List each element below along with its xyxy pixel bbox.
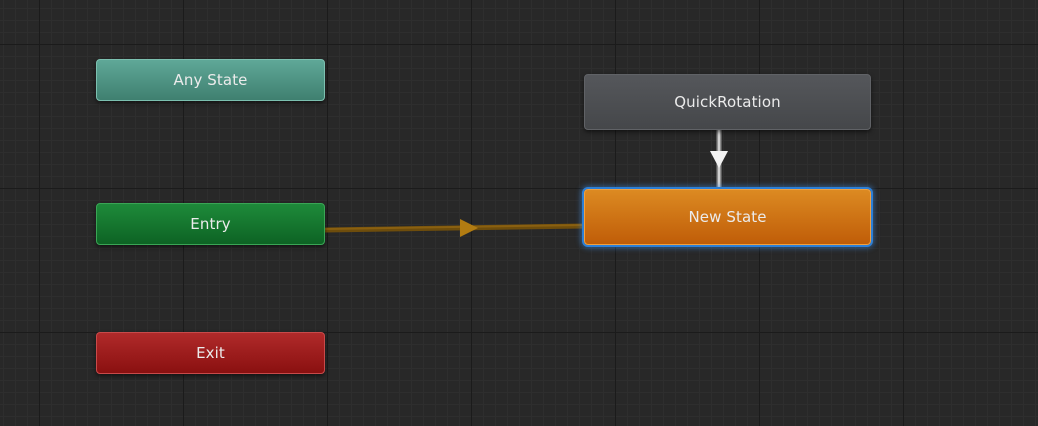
any-state-label: Any State	[173, 71, 248, 89]
triangle-down-icon	[710, 151, 728, 168]
new-state-node[interactable]: New State	[584, 189, 871, 245]
entry-label: Entry	[190, 215, 231, 233]
any-state-node[interactable]: Any State	[96, 59, 325, 101]
animator-graph-canvas[interactable]: Any State Entry Exit QuickRotation New S…	[0, 0, 1038, 426]
quickrotation-label: QuickRotation	[674, 93, 781, 111]
exit-label: Exit	[196, 344, 225, 362]
entry-node[interactable]: Entry	[96, 203, 325, 245]
triangle-right-icon	[460, 219, 478, 237]
exit-node[interactable]: Exit	[96, 332, 325, 374]
new-state-label: New State	[688, 208, 767, 226]
entry-to-new-state-transition[interactable]	[324, 219, 585, 237]
quickrotation-state-node[interactable]: QuickRotation	[584, 74, 871, 130]
quickrotation-to-new-state-transition[interactable]	[710, 130, 728, 189]
